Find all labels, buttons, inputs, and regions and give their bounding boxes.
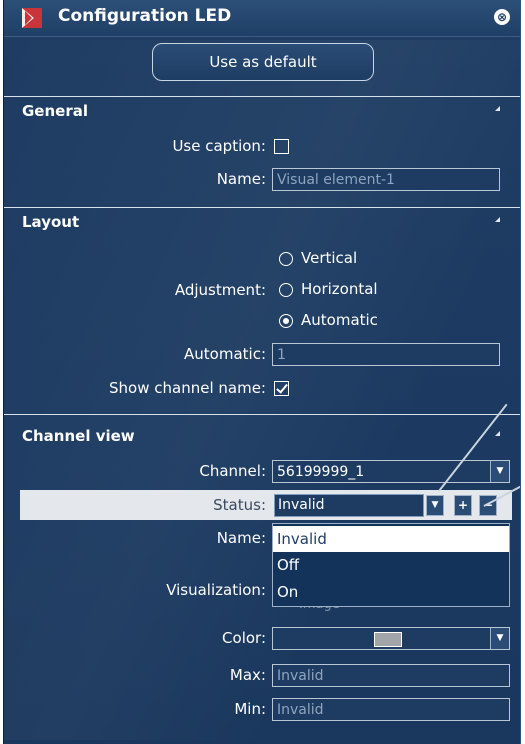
channel-label: Channel: [199, 462, 266, 480]
use-caption-label: Use caption: [172, 137, 266, 155]
min-label: Min: [234, 700, 266, 718]
section-layout[interactable]: Layout [4, 207, 520, 236]
section-title: Layout [22, 213, 80, 231]
min-field[interactable]: Invalid [272, 698, 510, 721]
name-field[interactable]: Visual element-1 [272, 168, 500, 191]
visualization-label: Visualization: [166, 581, 266, 599]
max-field[interactable]: Invalid [272, 664, 510, 687]
adjustment-label: Adjustment: [174, 281, 266, 299]
channel-dropdown-icon[interactable]: ▼ [490, 461, 509, 482]
radio-automatic-label: Automatic [301, 311, 378, 329]
dropdown-option-on[interactable]: On [273, 579, 509, 605]
color-dropdown-icon[interactable]: ▼ [490, 628, 509, 649]
collapse-icon[interactable] [495, 106, 500, 111]
status-label: Status: [213, 496, 266, 514]
use-caption-checkbox[interactable] [274, 139, 289, 154]
status-select[interactable]: Invalid [274, 494, 424, 517]
automatic-field[interactable]: 1 [272, 343, 500, 366]
dropdown-option-invalid[interactable]: Invalid [273, 526, 509, 552]
status-dropdown-icon[interactable]: ▼ [426, 495, 444, 516]
name-label: Name: [216, 170, 266, 188]
radio-vertical[interactable] [279, 252, 293, 266]
status-dropdown-list: Invalid Off On [272, 523, 510, 607]
collapse-icon[interactable] [495, 431, 500, 436]
close-icon[interactable]: ⊗ [494, 9, 510, 25]
section-title: Channel view [22, 427, 135, 445]
add-status-button[interactable]: + [454, 495, 472, 516]
red-flag-icon [22, 8, 42, 28]
window-title: Configuration LED [58, 6, 232, 26]
radio-horizontal-label: Horizontal [301, 280, 378, 298]
dropdown-option-off[interactable]: Off [273, 552, 509, 578]
show-channel-name-label: Show channel name: [109, 379, 266, 397]
max-label: Max: [229, 666, 266, 684]
configuration-panel: Configuration LED ⊗ Use as default Gener… [3, 0, 521, 744]
channel-select[interactable]: 56199999_1 [272, 460, 510, 483]
radio-horizontal[interactable] [279, 283, 293, 297]
show-channel-name-checkbox[interactable] [274, 381, 289, 396]
title-bar: Configuration LED ⊗ [4, 0, 520, 37]
color-swatch [374, 632, 402, 647]
automatic-label: Automatic: [184, 345, 266, 363]
section-general[interactable]: General [4, 96, 520, 125]
section-title: General [22, 102, 88, 120]
use-as-default-button[interactable]: Use as default [152, 43, 374, 81]
color-label: Color: [222, 629, 266, 647]
radio-vertical-label: Vertical [301, 249, 358, 267]
radio-automatic[interactable] [279, 314, 293, 328]
section-channel-view[interactable]: Channel view [4, 414, 520, 445]
name-label-channel: Name: [216, 529, 266, 547]
collapse-icon[interactable] [495, 217, 500, 222]
